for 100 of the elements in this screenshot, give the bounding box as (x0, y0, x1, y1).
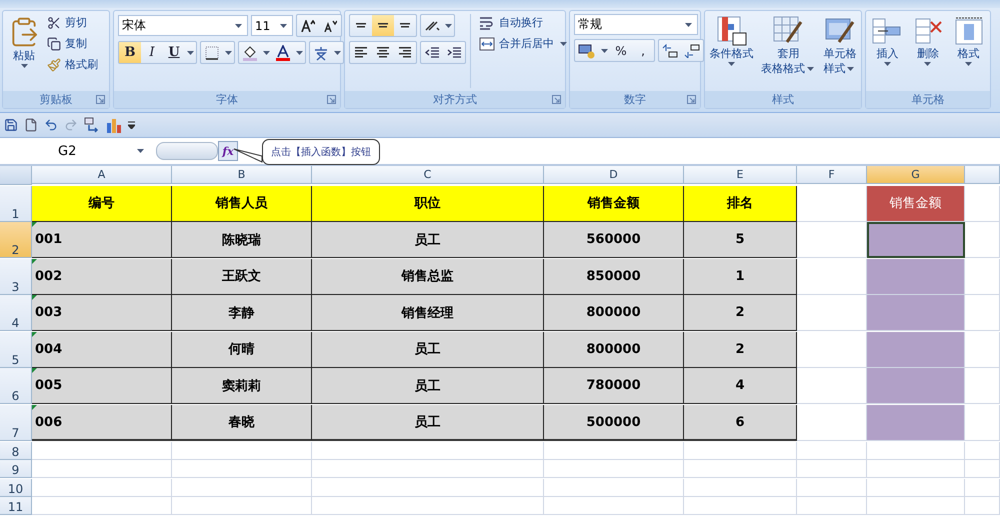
column-header[interactable]: G (867, 166, 965, 184)
caret-icon (560, 42, 567, 46)
format-cells-icon (954, 16, 984, 46)
dialog-launcher-icon[interactable] (687, 95, 696, 104)
merge-cells-icon (479, 36, 495, 50)
slider-handle[interactable] (156, 142, 218, 160)
table-cell: 春晓 (172, 405, 312, 442)
row-header[interactable]: 9 (0, 460, 32, 478)
column-header[interactable]: F (797, 166, 867, 184)
table-cell: 职位 (312, 186, 544, 222)
new-file-icon[interactable] (24, 118, 38, 132)
empty-cell (965, 442, 1000, 460)
group-label: 样式 (772, 92, 794, 107)
column-header[interactable]: E (684, 166, 797, 184)
row-header[interactable]: 2 (0, 222, 32, 258)
column-header[interactable]: C (312, 166, 544, 184)
row-header[interactable]: 6 (0, 368, 32, 404)
style-button[interactable]: 条件格式 (708, 14, 755, 88)
group-label: 单元格 (912, 92, 944, 107)
paintbrush-icon (47, 58, 61, 72)
row-header[interactable]: 7 (0, 405, 32, 442)
align-lines-icon (378, 23, 388, 28)
vertical-align-button[interactable] (372, 15, 394, 36)
table-cell: 何晴 (172, 332, 312, 368)
save-icon[interactable] (4, 118, 18, 132)
font-name-field[interactable]: 宋体 (118, 15, 248, 36)
cells-button[interactable]: 删除 (912, 14, 944, 88)
row-header[interactable]: 4 (0, 295, 32, 332)
column-header[interactable]: A (32, 166, 172, 184)
table-cell: 2 (684, 295, 797, 332)
align-lines-icon (400, 23, 410, 28)
empty-cell (965, 258, 1000, 295)
row-header[interactable]: 11 (0, 497, 32, 516)
empty-cell (797, 497, 867, 516)
clipboard-button[interactable]: 剪切 (45, 14, 100, 31)
font-style-button[interactable]: U (163, 42, 185, 63)
caret-icon (225, 50, 232, 54)
number-style-button[interactable]: , (632, 40, 654, 61)
callout-pointer (233, 148, 263, 163)
row-header[interactable]: 3 (0, 258, 32, 295)
row-header[interactable]: 5 (0, 332, 32, 368)
insert-cells-icon (872, 16, 902, 46)
table-cell: 编号 (32, 186, 172, 222)
empty-cell (797, 478, 867, 497)
caret-icon (445, 24, 452, 28)
table-cell: 销售金额 (544, 186, 684, 222)
row-header[interactable]: 1 (0, 186, 32, 222)
clipboard-button[interactable]: 格式刷 (45, 56, 100, 73)
group-label: 字体 (216, 92, 238, 107)
name-box[interactable]: G2 (0, 144, 150, 158)
table-cell: 销售经理 (312, 295, 544, 332)
connector-icon[interactable] (84, 117, 100, 133)
caret-icon (806, 67, 814, 71)
cells-button[interactable]: 格式 (952, 14, 985, 88)
cells-button[interactable]: 插入 (871, 14, 904, 88)
caret-icon (685, 22, 692, 26)
dialog-launcher-icon[interactable] (96, 95, 105, 104)
undo-icon[interactable] (44, 118, 58, 132)
column-header[interactable]: D (544, 166, 684, 184)
table-cell: 员工 (312, 405, 544, 442)
align-lines-icon (355, 47, 367, 58)
wrap-text-button[interactable]: 自动换行 (477, 14, 571, 31)
table-cell: 004 (32, 332, 172, 368)
group-label: 对齐方式 (433, 92, 477, 107)
table-cell: 2 (684, 332, 797, 368)
font-size-field[interactable]: 11 (251, 15, 293, 36)
caret-icon (965, 62, 972, 66)
dialog-launcher-icon[interactable] (552, 95, 561, 104)
font-style-button[interactable]: B (119, 42, 141, 63)
caret-icon (187, 50, 194, 54)
row-header[interactable]: 8 (0, 442, 32, 460)
font-style-button[interactable]: I (141, 42, 163, 63)
conditional-format-icon (716, 16, 747, 46)
paste-button[interactable]: 粘贴 (7, 14, 41, 88)
dialog-launcher-icon[interactable] (327, 95, 336, 104)
merge-center-button[interactable]: 合并后居中 (477, 35, 571, 52)
style-button[interactable]: 套用 表格格式 (760, 14, 817, 88)
bar-chart-icon[interactable] (106, 117, 122, 133)
clipboard-button[interactable]: 复制 (45, 35, 100, 52)
table-cell: 员工 (312, 368, 544, 404)
table-cell: 500000 (544, 405, 684, 442)
table-cell: 6 (684, 405, 797, 442)
column-header[interactable]: B (172, 166, 312, 184)
number-style-button[interactable]: % (610, 40, 632, 61)
table-cell: 005 (32, 368, 172, 404)
table-cell: 4 (684, 368, 797, 404)
align-lines-icon (377, 47, 389, 58)
style-button[interactable]: 单元格 样式 (822, 14, 858, 88)
number-format-field[interactable]: 常规 (574, 14, 698, 35)
copy-icon (47, 36, 61, 50)
empty-cell (965, 332, 1000, 368)
insert-function-button[interactable]: fx (218, 141, 238, 161)
empty-cell (965, 478, 1000, 497)
customize-icon[interactable] (128, 121, 135, 129)
caret-icon (235, 24, 242, 28)
caret-icon (20, 64, 28, 68)
table-cell: 800000 (544, 332, 684, 368)
table-cell: 006 (32, 405, 172, 442)
row-header[interactable]: 10 (0, 478, 32, 497)
empty-cell (965, 222, 1000, 258)
